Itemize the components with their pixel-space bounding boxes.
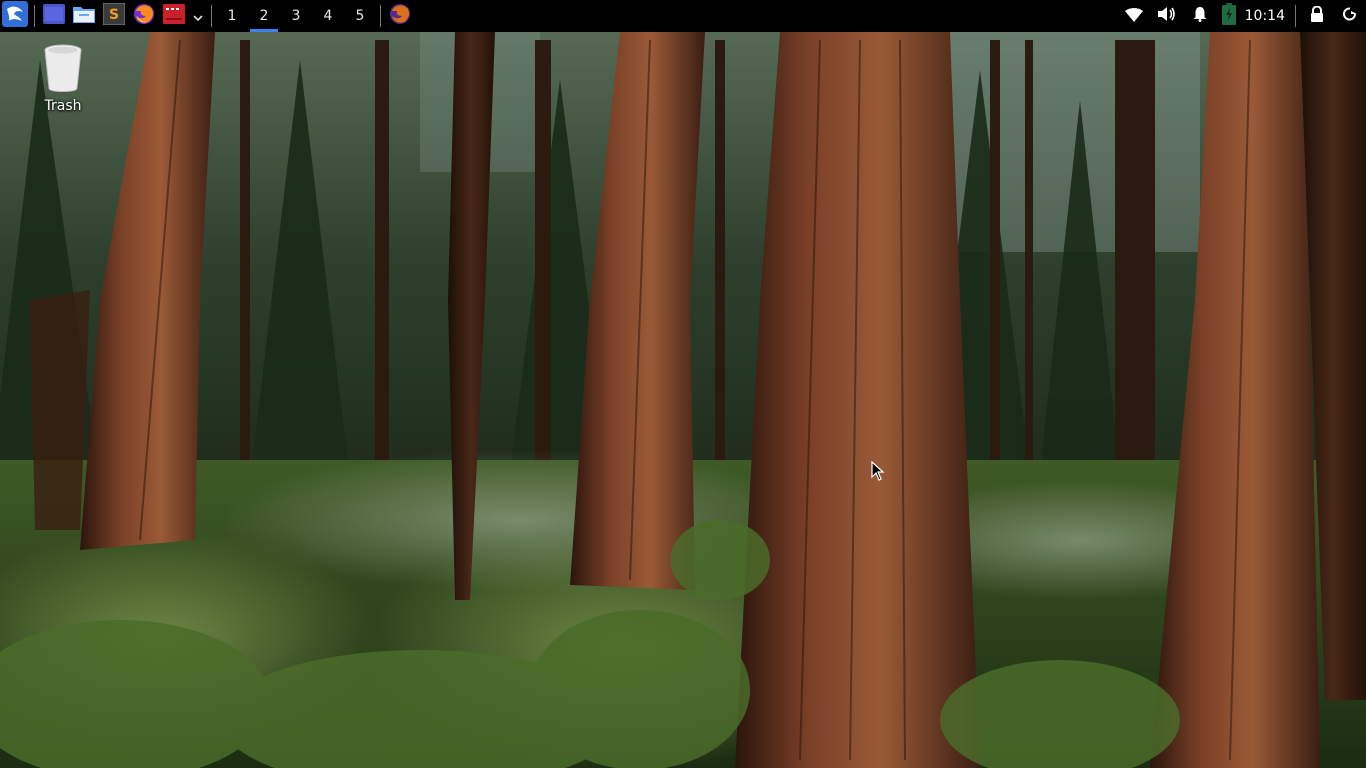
network-button[interactable] [1118,0,1151,32]
panel-separator [211,5,212,27]
file-manager-launcher[interactable] [69,0,99,32]
logout-icon [1342,6,1358,26]
logout-button[interactable] [1333,0,1366,32]
panel-separator [34,5,35,27]
volume-button[interactable] [1151,0,1184,32]
battery-button[interactable] [1217,0,1241,32]
desktop-icon-label: Trash [44,98,82,114]
kali-menu-button[interactable] [0,0,30,32]
red-app-icon [163,4,185,28]
wifi-icon [1125,7,1144,26]
firefox-icon [133,3,155,29]
workspace-1[interactable]: 1 [216,0,248,32]
workspace-switcher: 1 2 3 4 5 [216,0,376,32]
desktop-icon-trash[interactable]: Trash [30,44,96,114]
firefox-launcher[interactable] [129,0,159,32]
workspace-4[interactable]: 4 [312,0,344,32]
terminal-launcher[interactable] [39,0,69,32]
workspace-3[interactable]: 3 [280,0,312,32]
top-panel: S 1 2 3 4 5 10:14 [0,0,1366,32]
lock-screen-button[interactable] [1300,0,1333,32]
trash-icon [43,44,83,96]
red-app-launcher[interactable] [159,0,189,32]
system-tray: 10:14 [1118,0,1366,32]
launcher-group: S [0,0,216,32]
bell-icon [1192,6,1208,26]
lock-icon [1310,5,1324,26]
chevron-down-icon [193,7,203,26]
panel-clock[interactable]: 10:14 [1241,8,1291,24]
battery-charging-icon [1221,3,1236,29]
notifications-button[interactable] [1184,0,1217,32]
speaker-icon [1157,6,1177,26]
panel-separator [380,5,381,27]
file-manager-icon [73,5,95,27]
terminal-icon [43,4,65,28]
mouse-cursor-icon [871,460,885,485]
launcher-dropdown-button[interactable] [189,0,207,32]
taskbar-firefox-window[interactable] [385,0,415,32]
svg-text:S: S [109,7,119,23]
kali-menu-icon [2,1,28,31]
sublime-text-launcher[interactable]: S [99,0,129,32]
sublime-text-icon: S [102,2,126,29]
panel-separator [1295,5,1296,27]
desktop-wallpaper [0,0,1366,768]
firefox-icon [389,3,411,29]
workspace-5[interactable]: 5 [344,0,376,32]
workspace-2[interactable]: 2 [248,0,280,32]
